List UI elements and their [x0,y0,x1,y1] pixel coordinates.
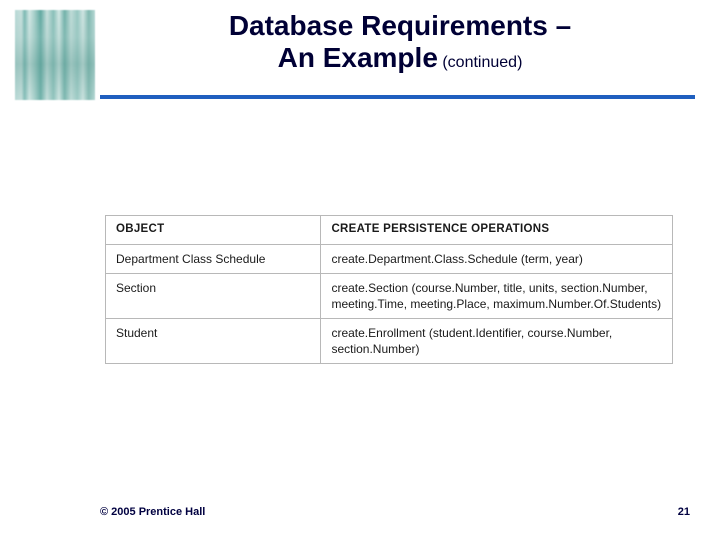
cell-operations: create.Department.Class.Schedule (term, … [321,244,673,273]
title-line-2-sub: (continued) [442,54,522,71]
table-row: Section create.Section (course.Number, t… [106,273,673,318]
title-line-2-main: An Example [278,42,438,73]
slide-footer: © 2005 Prentice Hall 21 [0,506,720,518]
operations-table: OBJECT CREATE PERSISTENCE OPERATIONS Dep… [105,215,673,364]
cell-operations: create.Enrollment (student.Identifier, c… [321,319,673,364]
cell-operations: create.Section (course.Number, title, un… [321,273,673,318]
table-row: Department Class Schedule create.Departm… [106,244,673,273]
cell-object: Department Class Schedule [106,244,321,273]
table-row: Student create.Enrollment (student.Ident… [106,319,673,364]
page-number: 21 [678,506,690,518]
header-object: OBJECT [106,216,321,245]
title-line-1: Database Requirements – [110,10,690,42]
title-underline [100,95,695,99]
sidebar-decorative-image [15,10,95,100]
copyright-text: © 2005 Prentice Hall [100,506,205,518]
table-header-row: OBJECT CREATE PERSISTENCE OPERATIONS [106,216,673,245]
header-operations: CREATE PERSISTENCE OPERATIONS [321,216,673,245]
cell-object: Section [106,273,321,318]
slide-title: Database Requirements – An Example (cont… [110,10,690,74]
cell-object: Student [106,319,321,364]
